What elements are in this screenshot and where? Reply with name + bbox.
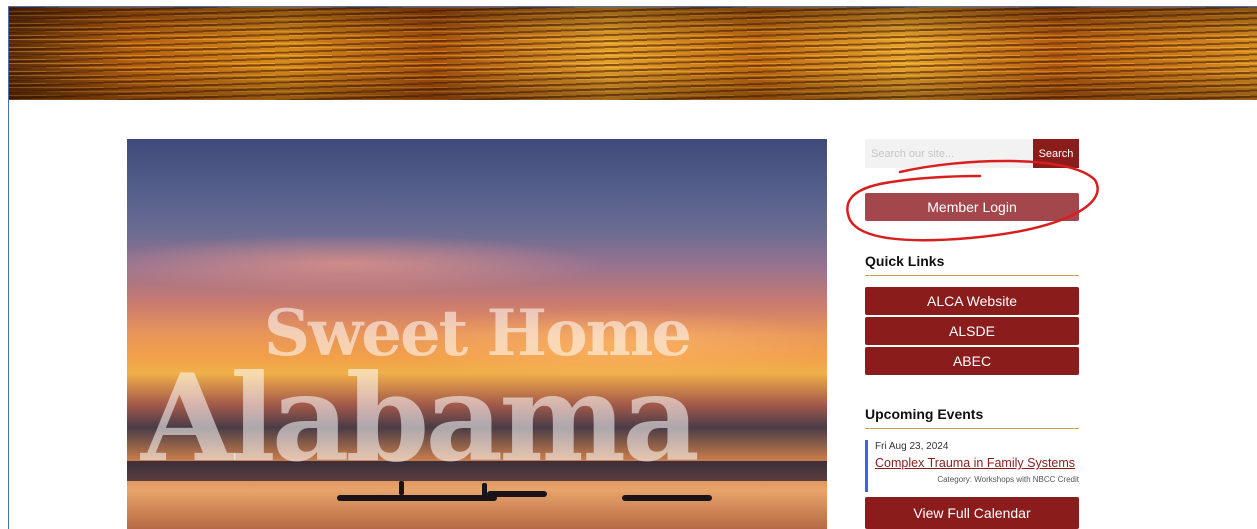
hero-image: Sweet Home Alabama — [127, 139, 827, 529]
event-date: Fri Aug 23, 2024 — [875, 441, 949, 452]
quick-link-alca-website[interactable]: ALCA Website — [865, 287, 1079, 315]
event-title-link[interactable]: Complex Trauma in Family Systems — [875, 456, 1079, 470]
event-category: Category: Workshops with NBCC Credit — [937, 475, 1079, 484]
search-input[interactable] — [865, 139, 1033, 168]
kayak — [487, 491, 547, 497]
kayak — [337, 495, 497, 501]
upcoming-events-heading: Upcoming Events — [865, 406, 1079, 429]
event-item: Fri Aug 23, 2024 Complex Trauma in Famil… — [865, 440, 1079, 492]
view-full-calendar-button[interactable]: View Full Calendar — [865, 497, 1079, 529]
hero-title-line2: Alabama — [141, 348, 700, 489]
member-login-button[interactable]: Member Login — [865, 193, 1079, 221]
kayak — [622, 495, 712, 501]
header-banner-image — [9, 7, 1257, 100]
quick-link-abec[interactable]: ABEC — [865, 347, 1079, 375]
search-button[interactable]: Search — [1033, 139, 1079, 168]
quick-links-heading: Quick Links — [865, 253, 1079, 276]
quick-link-alsde[interactable]: ALSDE — [865, 317, 1079, 345]
hero-cloud — [127, 234, 607, 294]
